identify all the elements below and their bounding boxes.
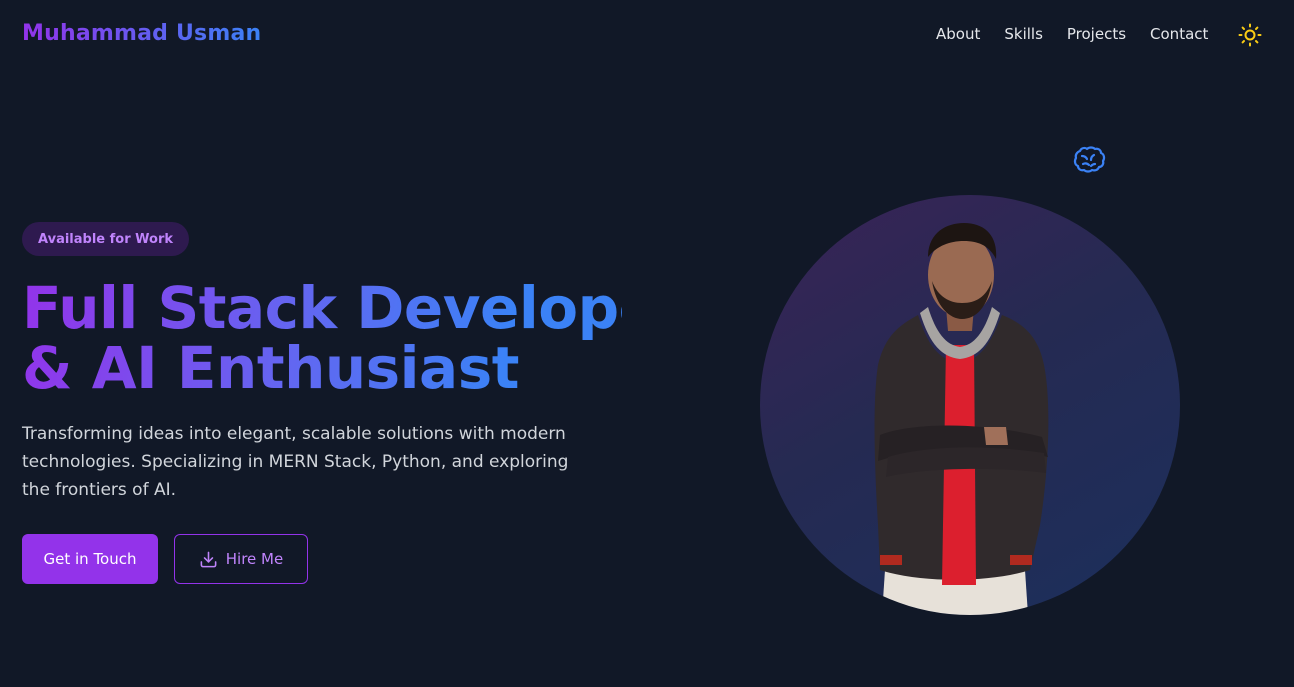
portfolio-page: Muhammad Usman About Skills Projects Con… [0,0,1294,687]
headline-line-1: Full Stack Developer [22,274,686,342]
brand-logo[interactable]: Muhammad Usman [22,21,261,46]
get-in-touch-label: Get in Touch [43,550,137,568]
availability-badge: Available for Work [22,222,190,256]
hero-headline: Full Stack Developer & AI Enthusiast [22,278,622,398]
hero-description: Transforming ideas into elegant, scalabl… [22,424,569,500]
hire-me-label: Hire Me [225,550,284,568]
get-in-touch-button[interactable]: Get in Touch [22,534,158,584]
profile-photo [760,195,1180,615]
theme-toggle-button[interactable] [1236,21,1264,49]
nav-about[interactable]: About [936,24,980,44]
hire-me-button[interactable]: Hire Me [174,534,308,584]
nav-contact[interactable]: Contact [1150,24,1208,44]
nav-skills[interactable]: Skills [1004,24,1043,44]
headline-line-2: & AI Enthusiast [22,334,519,402]
sun-icon [1238,23,1262,47]
download-icon [200,551,217,567]
profile-portrait [874,223,1049,615]
nav-projects[interactable]: Projects [1067,24,1126,44]
brain-icon [1073,146,1106,173]
main-nav: About Skills Projects Contact [936,24,1232,44]
